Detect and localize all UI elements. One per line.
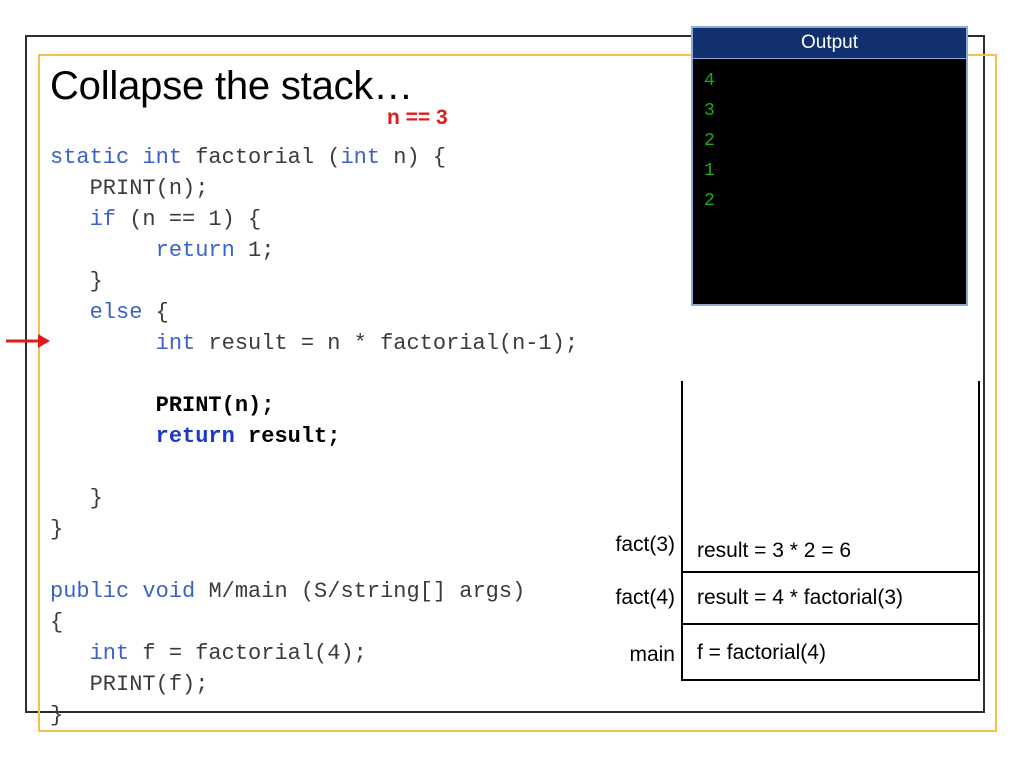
call-stack-frame-text: result = 3 * 2 = 6	[697, 539, 852, 562]
output-line: 2	[704, 191, 715, 211]
call-stack-diagram: result = 3 * 2 = 6 result = 4 * factoria…	[681, 381, 980, 681]
output-line: 1	[704, 161, 715, 181]
code-token: {	[50, 610, 64, 635]
code-token: void	[142, 579, 209, 604]
call-stack-label-main: main	[629, 643, 675, 666]
output-console-body: 4 3 2 1 2	[693, 59, 966, 216]
code-token: static	[50, 145, 143, 170]
code-token: {	[142, 300, 169, 325]
code-line: }	[50, 483, 650, 514]
call-stack-labels: fact(3) fact(4) main	[575, 381, 675, 681]
code-line: PRINT(f);	[50, 669, 650, 700]
code-line: int result = n * factorial(n-1);	[50, 328, 650, 359]
output-line: 3	[704, 101, 715, 121]
code-token: result;	[248, 424, 341, 449]
call-stack-frame-main: f = factorial(4)	[683, 623, 978, 681]
code-line: }	[50, 514, 650, 545]
call-stack-frame-text: result = 4 * factorial(3)	[697, 586, 904, 609]
code-token: n) {	[380, 145, 447, 170]
code-token: }	[50, 517, 64, 542]
output-console-title: Output	[693, 28, 966, 59]
code-line: static int factorial (int n) {	[50, 142, 650, 173]
code-token: }	[50, 703, 64, 728]
current-n-annotation: n == 3	[387, 106, 448, 129]
output-line: 2	[704, 131, 715, 151]
code-listing: static int factorial (int n) { PRINT(n);…	[50, 142, 650, 731]
code-line: PRINT(n);	[50, 390, 650, 421]
code-line: else {	[50, 297, 650, 328]
code-line: return 1;	[50, 235, 650, 266]
call-stack-label-fact3: fact(3)	[615, 533, 675, 556]
code-token: int	[89, 641, 130, 666]
code-token: M/main (S/string[] args)	[208, 579, 526, 604]
code-token: factorial (	[195, 145, 341, 170]
call-stack-frame-fact4: result = 4 * factorial(3)	[683, 571, 978, 623]
code-line: }	[50, 700, 650, 731]
code-line: return result;	[50, 421, 650, 452]
code-line: int f = factorial(4);	[50, 638, 650, 669]
execution-pointer-arrow-icon	[6, 331, 50, 351]
code-token: f = factorial(4);	[129, 641, 367, 666]
code-line: PRINT(n);	[50, 173, 650, 204]
code-token: 1;	[234, 238, 275, 263]
code-token: result = n * factorial(n-1);	[195, 331, 579, 356]
code-token: }	[50, 486, 103, 511]
code-token: (n == 1) {	[116, 207, 262, 232]
code-token: PRINT(f);	[50, 672, 209, 697]
code-line: }	[50, 266, 650, 297]
code-token: else	[89, 300, 143, 325]
output-line: 4	[704, 71, 715, 91]
code-token: public	[50, 579, 143, 604]
code-token: return	[155, 238, 235, 263]
code-line: if (n == 1) {	[50, 204, 650, 235]
code-token: int	[340, 145, 381, 170]
page-title: Collapse the stack…	[50, 64, 414, 108]
call-stack-frame-text: f = factorial(4)	[697, 641, 826, 664]
code-token: PRINT(n);	[155, 393, 275, 418]
call-stack-label-fact4: fact(4)	[615, 586, 675, 609]
code-token: }	[50, 269, 103, 294]
output-console-panel: Output 4 3 2 1 2	[691, 26, 968, 306]
code-token: int	[142, 145, 196, 170]
code-line: public void M/main (S/string[] args)	[50, 576, 650, 607]
code-token: PRINT(n);	[50, 176, 209, 201]
code-token: int	[155, 331, 196, 356]
call-stack-frame-fact3: result = 3 * 2 = 6	[683, 381, 978, 571]
code-line: {	[50, 607, 650, 638]
code-token: if	[89, 207, 117, 232]
code-token: return	[155, 424, 235, 449]
